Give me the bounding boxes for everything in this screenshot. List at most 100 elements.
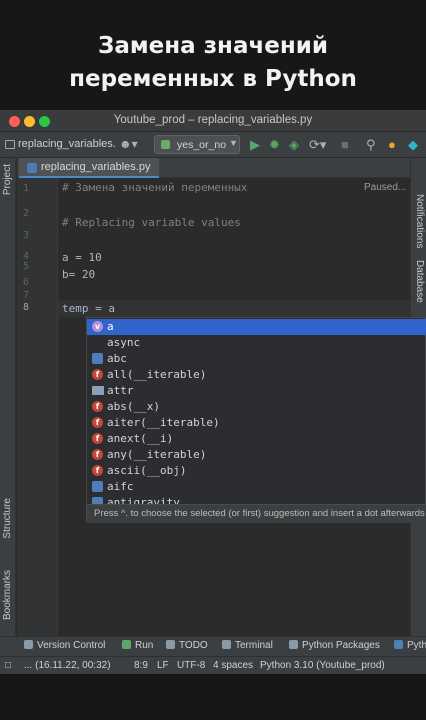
coverage-icon[interactable]: ◈ (289, 135, 299, 154)
terminal-tab[interactable]: Terminal (222, 640, 273, 651)
ide-window: Youtube_prod – replacing_variables.py re… (0, 110, 426, 674)
line-separator[interactable]: LF (157, 660, 169, 671)
completion-item[interactable]: f all(__iterable) (87, 367, 426, 383)
python-packages-tab[interactable]: Python Packages (289, 640, 380, 651)
bottom-tool-bar: Version Control Run TODO Terminal Python… (0, 636, 426, 656)
video-headline: Замена значений переменных в Python (0, 30, 426, 96)
run-config-dropdown[interactable]: yes_or_no ▼ (154, 135, 240, 154)
line-number: 5 (22, 261, 29, 272)
structure-tool-tab[interactable]: Structure (2, 498, 13, 539)
function-icon: f (92, 369, 103, 380)
project-selector[interactable]: replacing_variables. (18, 138, 116, 150)
file-encoding[interactable]: UTF-8 (177, 660, 205, 671)
python-interpreter[interactable]: Python 3.10 (Youtube_prod) (260, 660, 385, 671)
editor-tab-bar: replacing_variables.py (17, 158, 410, 178)
bottom-tab-label: Run (135, 640, 154, 651)
function-icon: f (92, 401, 103, 412)
chevron-down-icon: ▼ (229, 138, 238, 148)
completion-item[interactable]: f aiter(__iterable) (87, 415, 426, 431)
function-icon: f (92, 433, 103, 444)
folder-icon (5, 140, 15, 149)
update-icon[interactable]: ● (388, 135, 396, 154)
search-icon[interactable]: ⚲ (366, 135, 376, 154)
bottom-tab-label: Terminal (235, 640, 273, 651)
version-control-tab[interactable]: Version Control (24, 640, 105, 651)
line-number: 3 (22, 230, 29, 241)
completion-hint: Press ^. to choose the selected (or firs… (87, 504, 426, 523)
completion-item[interactable]: async (87, 335, 426, 351)
completion-popup: v a async abc f all(__iterable) attr f a… (86, 317, 426, 523)
run-config-label: yes_or_no (177, 139, 227, 151)
tab-replacing-variables[interactable]: replacing_variables.py (19, 158, 159, 178)
database-tool-tab[interactable]: Database (414, 260, 425, 303)
line-number: 7 (22, 290, 29, 301)
completion-label: antigravity (107, 496, 180, 504)
completion-item[interactable]: v a (87, 319, 426, 335)
line-number: 2 (22, 208, 29, 219)
tab-label: replacing_variables.py (41, 161, 151, 173)
completion-label: a (107, 320, 114, 333)
run-icon[interactable]: ▶ (250, 135, 260, 154)
python-package-icon (92, 353, 103, 364)
terminal-icon (222, 640, 231, 649)
bottom-tab-label: Python Packages (302, 640, 380, 651)
status-icon: □ (5, 660, 12, 671)
line-number: 1 (22, 183, 29, 194)
completion-label: attr (107, 384, 134, 397)
run-tab[interactable]: Run (122, 640, 153, 651)
jetbrains-icon[interactable]: ◆ (408, 135, 418, 154)
code-comment: # Замена значений переменных (62, 181, 248, 194)
code-line[interactable]: a = 10 (62, 251, 102, 264)
code-line[interactable]: # Replacing variable values (62, 216, 241, 229)
function-icon: f (92, 465, 103, 476)
todo-tab[interactable]: TODO (166, 640, 208, 651)
user-icon[interactable]: ☻▾ (119, 137, 138, 151)
run-icon (122, 640, 131, 649)
completion-label: ascii(__obj) (107, 464, 187, 477)
line-number: 6 (22, 277, 29, 288)
variable-icon: v (92, 321, 103, 332)
package-icon (289, 640, 298, 649)
list-icon (166, 640, 175, 649)
status-bar: □ ... (16.11.22, 00:32) 8:9 LF UTF-8 4 s… (0, 656, 426, 674)
caret-position[interactable]: 8:9 (134, 660, 148, 671)
function-icon: f (92, 449, 103, 460)
completion-item[interactable]: antigravity (87, 495, 426, 504)
function-icon: f (92, 417, 103, 428)
completion-item[interactable]: f ascii(__obj) (87, 463, 426, 479)
branch-icon (24, 640, 33, 649)
completion-item[interactable]: attr (87, 383, 426, 399)
completion-item[interactable]: f anext(__i) (87, 431, 426, 447)
completion-item[interactable]: f any(__iterable) (87, 447, 426, 463)
python-file-icon (27, 163, 37, 173)
python-package-icon (92, 497, 103, 504)
python-console-tab[interactable]: Pyth (394, 640, 426, 651)
completion-hint-text: Press ^. to choose the selected (or firs… (94, 508, 425, 519)
completion-item[interactable]: aifc (87, 479, 426, 495)
debug-icon[interactable]: ✹ (269, 135, 280, 154)
python-icon (394, 640, 403, 649)
project-tool-tab[interactable]: Project (2, 164, 13, 195)
indent-setting[interactable]: 4 spaces (213, 660, 253, 671)
code-line[interactable]: # Замена значений переменных (62, 181, 247, 194)
completion-label: aifc (107, 480, 134, 493)
bottom-tab-label: Version Control (37, 640, 106, 651)
code-line[interactable]: b= 20 (62, 268, 95, 281)
code-line-current[interactable]: temp = a (62, 302, 115, 315)
folder-icon (92, 386, 104, 395)
completion-label: aiter(__iterable) (107, 416, 220, 429)
stop-icon[interactable]: ■ (341, 135, 349, 154)
bookmarks-tool-tab[interactable]: Bookmarks (2, 570, 13, 620)
profile-icon[interactable]: ⟳▾ (309, 135, 326, 154)
completion-item[interactable]: abc (87, 351, 426, 367)
status-message[interactable]: ... (16.11.22, 00:32) (24, 660, 111, 671)
completion-label: any(__iterable) (107, 448, 207, 461)
completion-item[interactable]: f abs(__x) (87, 399, 426, 415)
notifications-tool-tab[interactable]: Notifications (414, 194, 425, 248)
headline-line-1: Замена значений (98, 33, 328, 59)
python-package-icon (92, 481, 103, 492)
window-title: Youtube_prod – replacing_variables.py (113, 114, 313, 126)
python-config-icon (161, 140, 170, 149)
line-number-gutter: 1 2 3 4 5 6 7 8 (17, 178, 58, 636)
analysis-status: Paused... (364, 182, 407, 193)
